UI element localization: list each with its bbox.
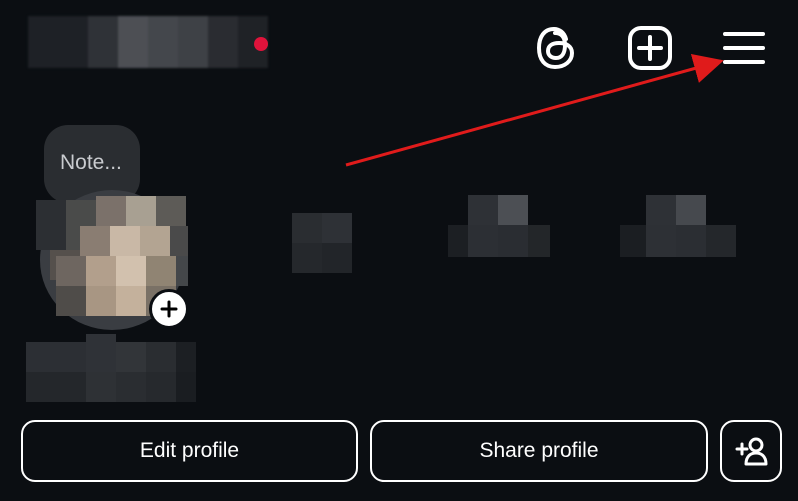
add-story-button[interactable] — [149, 289, 189, 329]
note-placeholder: Note... — [60, 151, 122, 174]
display-name-redacted — [26, 334, 196, 404]
posts-count-redacted[interactable] — [292, 195, 352, 275]
following-count-redacted[interactable] — [620, 195, 736, 275]
share-profile-button[interactable]: Share profile — [370, 420, 708, 482]
edit-profile-label: Edit profile — [139, 439, 240, 462]
edit-profile-button[interactable]: Edit profile — [21, 420, 358, 482]
share-profile-label: Share profile — [479, 439, 599, 462]
followers-count-redacted[interactable] — [448, 195, 550, 275]
add-person-icon — [735, 437, 768, 466]
discover-people-button[interactable] — [720, 420, 782, 482]
profile-screen: Note... Edit profile Share profile — [0, 0, 798, 501]
plus-icon — [160, 300, 178, 318]
